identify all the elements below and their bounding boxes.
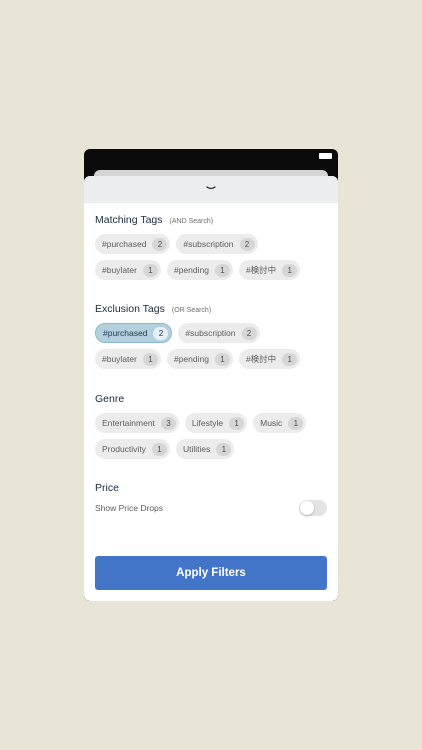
chip-label: #subscription — [183, 239, 234, 249]
chip-label: #purchased — [102, 239, 147, 249]
section-title: Exclusion Tags — [95, 303, 165, 315]
chip-count-badge: 1 — [214, 352, 230, 366]
chip-count-badge: 1 — [142, 263, 158, 277]
filter-chip[interactable]: Utilities 1 — [175, 439, 235, 459]
filter-chip[interactable]: #purchased 2 — [95, 234, 171, 254]
section-subtitle: (OR Search) — [171, 307, 212, 314]
chip-label: #subscription — [185, 328, 236, 338]
filter-chip[interactable]: #purchased 2 — [95, 323, 173, 343]
chip-count-badge: 2 — [241, 326, 257, 340]
chip-label: Utilities — [182, 444, 211, 454]
section-title: Price — [95, 482, 119, 494]
price-drops-label: Show Price Drops — [95, 503, 164, 513]
filter-chip[interactable]: #pending 1 — [166, 349, 233, 369]
chip-count-badge: 1 — [282, 352, 298, 366]
chip-label: Entertainment — [102, 418, 155, 428]
chip-group: #purchased 2 #subscription 2 #buylater 1 #pend… — [95, 323, 327, 369]
chip-label: Productivity — [102, 444, 146, 454]
chip-label: #pending — [173, 265, 209, 275]
chip-count-badge: 1 — [288, 416, 304, 430]
chip-label: #pending — [173, 354, 209, 364]
chip-group: #purchased 2 #subscription 2 #buylater 1 #pend… — [95, 234, 327, 280]
filter-sheet: Matching Tags (AND Search) #purchased 2 #s… — [84, 176, 338, 601]
filter-chip[interactable]: Productivity 1 — [95, 439, 170, 459]
toggle-knob — [300, 501, 314, 515]
section-title: Genre — [95, 393, 125, 405]
sheet-header[interactable] — [84, 176, 338, 203]
filter-chip[interactable]: #検討中 1 — [238, 349, 301, 369]
chevron-down-icon[interactable] — [205, 184, 217, 192]
section-title: Matching Tags — [95, 214, 163, 226]
chip-count-badge: 2 — [153, 326, 169, 340]
phone-frame: Matching Tags (AND Search) #purchased 2 #s… — [84, 149, 338, 601]
exclusion-tags-section: Exclusion Tags (OR Search) #purchased 2 #s… — [95, 303, 327, 369]
battery-icon — [319, 153, 332, 159]
chip-count-badge: 1 — [229, 416, 245, 430]
chip-label: #purchased — [103, 328, 148, 338]
filter-chip[interactable]: #検討中 1 — [238, 260, 301, 280]
chip-count-badge: 2 — [239, 237, 255, 251]
price-drops-toggle[interactable] — [299, 500, 327, 516]
chip-label: #buylater — [102, 265, 137, 275]
chip-count-badge: 1 — [214, 263, 230, 277]
matching-tags-section: Matching Tags (AND Search) #purchased 2 #s… — [95, 214, 327, 280]
filter-chip[interactable]: #pending 1 — [166, 260, 233, 280]
chip-count-badge: 1 — [282, 263, 298, 277]
filter-chip[interactable]: Music 1 — [253, 413, 307, 433]
genre-section: Genre Entertainment 3 Lifestyle 1 Music 1 Prod… — [95, 393, 327, 459]
apply-filters-button[interactable]: Apply Filters — [95, 556, 327, 590]
chip-count-badge: 1 — [142, 352, 158, 366]
filter-chip[interactable]: #subscription 2 — [178, 323, 260, 343]
filter-chip[interactable]: #subscription 2 — [176, 234, 258, 254]
chip-label: #検討中 — [245, 265, 277, 275]
chip-count-badge: 1 — [216, 442, 232, 456]
filter-chip[interactable]: Lifestyle 1 — [184, 413, 248, 433]
chip-count-badge: 3 — [160, 416, 176, 430]
chip-label: #buylater — [102, 354, 137, 364]
chip-label: Lifestyle — [191, 418, 224, 428]
chip-label: Music — [260, 418, 283, 428]
section-subtitle: (AND Search) — [169, 218, 214, 225]
price-section: Price Show Price Drops — [95, 482, 327, 516]
filter-chip[interactable]: #buylater 1 — [95, 349, 161, 369]
chip-count-badge: 2 — [152, 237, 168, 251]
filter-chip[interactable]: Entertainment 3 — [95, 413, 179, 433]
filter-chip[interactable]: #buylater 1 — [95, 260, 161, 280]
chip-group: Entertainment 3 Lifestyle 1 Music 1 Productivi… — [95, 413, 327, 459]
chip-label: #検討中 — [245, 354, 277, 364]
chip-count-badge: 1 — [151, 442, 167, 456]
